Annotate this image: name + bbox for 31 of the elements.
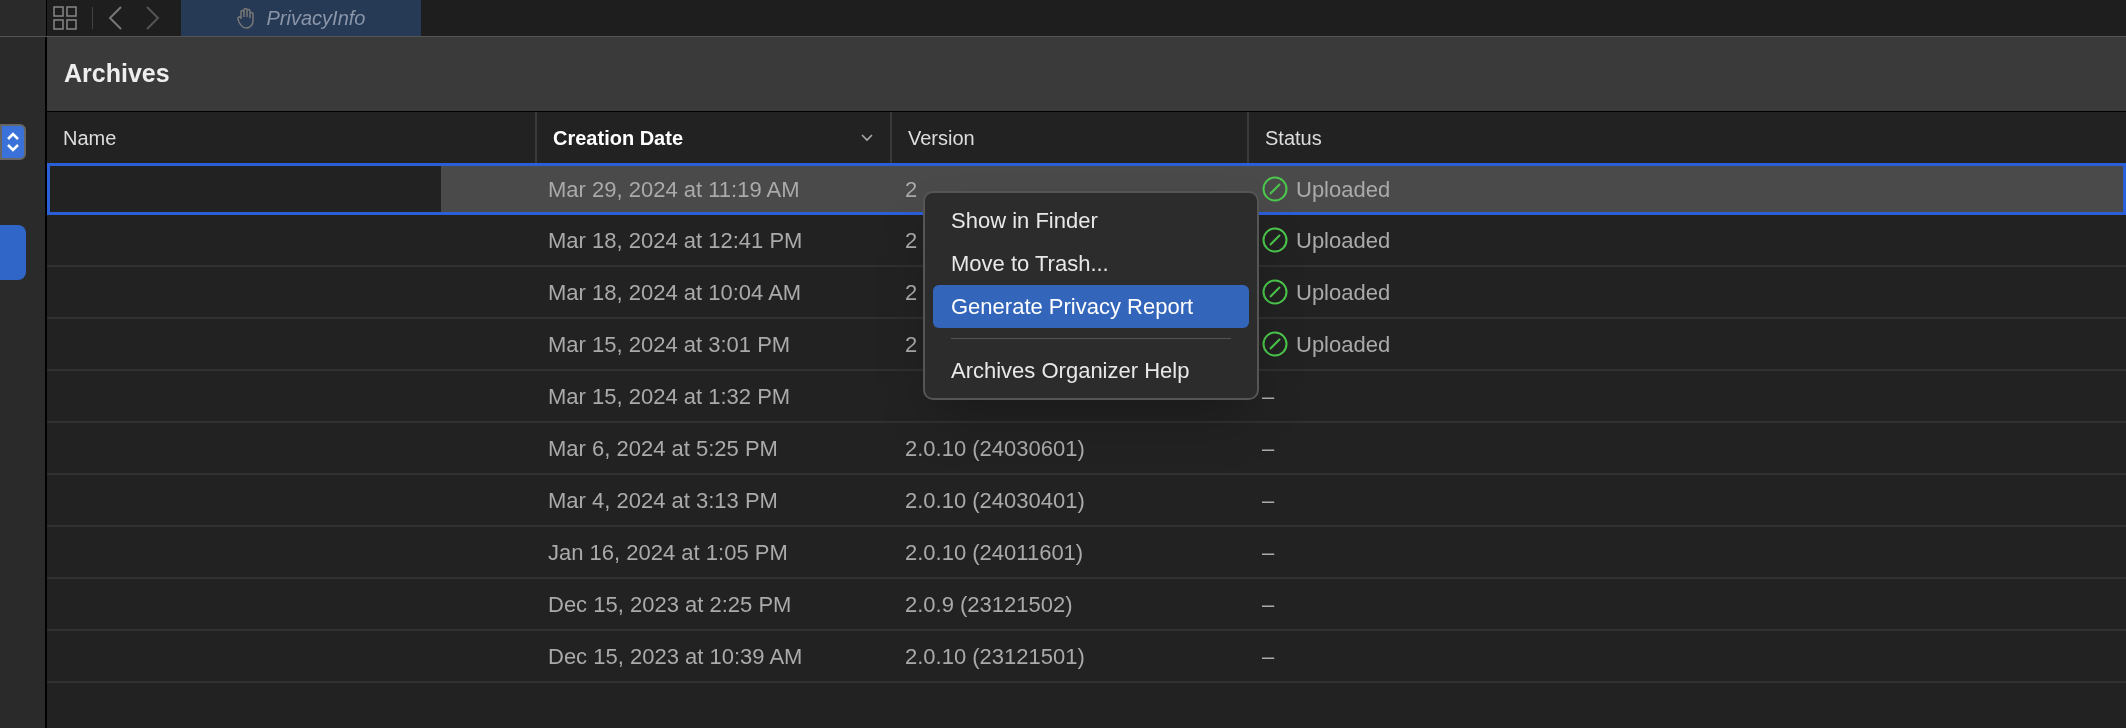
version-cell: 2	[905, 279, 918, 305]
status-cell-text: –	[1262, 486, 1275, 515]
status-cell-text: –	[1262, 434, 1275, 463]
version-cell: 2	[905, 331, 918, 357]
status-cell-text: Uploaded	[1296, 175, 1391, 204]
version-cell: 2	[905, 227, 918, 253]
status-cell-text: –	[1262, 538, 1275, 567]
date-cell: Mar 6, 2024 at 5:25 PM	[548, 435, 778, 461]
date-cell: Mar 15, 2024 at 1:32 PM	[548, 383, 791, 409]
date-cell: Mar 29, 2024 at 11:19 AM	[548, 176, 800, 202]
date-cell: Mar 4, 2024 at 3:13 PM	[548, 487, 778, 513]
panel-title: Archives	[64, 58, 170, 90]
version-cell: 2.0.10 (24030601)	[905, 435, 1085, 461]
date-cell: Mar 18, 2024 at 12:41 PM	[548, 227, 803, 253]
date-cell: Dec 15, 2023 at 10:39 AM	[548, 643, 803, 669]
date-cell: Mar 18, 2024 at 10:04 AM	[548, 279, 802, 305]
status-cell-text: –	[1262, 590, 1275, 619]
tab-title: PrivacyInfo	[266, 6, 366, 31]
status-cell-text: Uploaded	[1296, 330, 1391, 359]
status-cell-text: Uploaded	[1296, 226, 1391, 255]
version-cell: 2.0.10 (24011601)	[905, 539, 1084, 565]
version-cell: 2	[905, 176, 918, 202]
status-cell-text: –	[1262, 642, 1275, 671]
status-cell-text: –	[1262, 382, 1275, 411]
version-cell: 2.0.10 (23121501)	[905, 643, 1085, 669]
status-cell-text: Uploaded	[1296, 278, 1391, 307]
version-cell: 2.0.9 (23121502)	[905, 591, 1073, 617]
date-cell: Jan 16, 2024 at 1:05 PM	[548, 539, 788, 565]
date-cell: Mar 15, 2024 at 3:01 PM	[548, 331, 791, 357]
date-cell: Dec 15, 2023 at 2:25 PM	[548, 591, 792, 617]
version-cell: 2.0.10 (24030401)	[905, 487, 1085, 513]
